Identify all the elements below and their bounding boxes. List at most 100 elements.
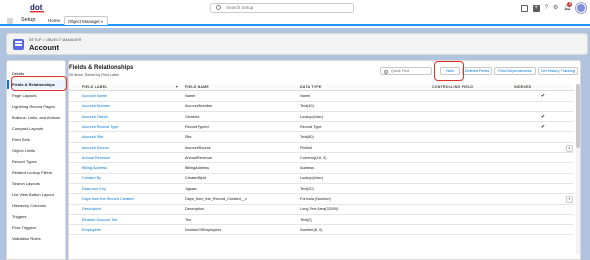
data-type: Text(80)	[300, 135, 314, 140]
field-label-link[interactable]: Data.com Key	[82, 185, 106, 194]
table-row: Created By CreatedById Lookup(User)	[69, 174, 574, 184]
field-name: Site	[185, 135, 192, 140]
table-row: Account Number AccountNumber Text(40)	[69, 102, 574, 112]
quick-find-placeholder: Quick Find	[391, 69, 410, 73]
field-label-link[interactable]: Employees	[82, 226, 101, 235]
table-scrollbar[interactable]	[576, 84, 580, 254]
field-name: Description	[185, 207, 204, 212]
field-label-link[interactable]: Account Owner	[82, 113, 108, 122]
field-label-link[interactable]: Account Record Type	[82, 123, 118, 132]
field-name: CreatedById	[185, 176, 207, 181]
sidebar-item-field-sets[interactable]: Field Sets	[7, 135, 65, 144]
table-row: Days from the Record Created Days_from_th…	[69, 195, 574, 205]
table-row: Description Description Long Text Area(320…	[69, 205, 574, 215]
scrollbar-thumb[interactable]	[576, 84, 580, 148]
sort-arrow-icon[interactable]: ▼	[175, 84, 178, 91]
gear-icon[interactable]: ⚙	[553, 4, 558, 12]
highlight-annotation-new	[434, 61, 464, 81]
sidebar-item-flow-triggers[interactable]: Flow Triggers	[7, 223, 65, 232]
field-label-link[interactable]: Einstein Account Tier	[82, 216, 117, 225]
table-row: Account Record Type RecordTypeId Record Ty…	[69, 123, 574, 133]
deleted-fields-button[interactable]: Deleted Fields	[462, 67, 492, 75]
data-type: Text(40)	[300, 104, 314, 109]
object-header: SETUP > OBJECT MANAGER Account	[6, 33, 588, 55]
quick-find-input[interactable]: Quick Find	[380, 67, 432, 75]
chevron-down-icon[interactable]: ▾	[101, 17, 103, 26]
field-label-link[interactable]: Description	[82, 205, 101, 214]
field-label-link[interactable]: Account Source	[82, 144, 109, 153]
global-actions: + ? ⚙ 🔔︎ 8	[520, 2, 586, 14]
field-name: Name	[185, 94, 196, 98]
tab-object-manager[interactable]: Object Manager ▾	[64, 16, 108, 25]
data-type: Record Type	[300, 124, 322, 129]
breadcrumb[interactable]: SETUP > OBJECT MANAGER	[29, 38, 81, 42]
section-subtitle: 25 Items, Sorted by Field Label	[69, 73, 119, 77]
row-actions-menu-icon[interactable]: ▾	[566, 196, 573, 203]
field-label-link[interactable]: Account Name	[82, 92, 107, 101]
notification-count-badge: 8	[567, 2, 573, 7]
help-icon[interactable]: ?	[545, 4, 548, 12]
page-title: Account	[29, 43, 59, 52]
field-label-link[interactable]: Account Site	[82, 133, 103, 142]
indexed-check-icon: ✔	[541, 113, 546, 120]
svg-text:dot: dot	[30, 3, 43, 12]
data-type: Lookup(User)	[300, 176, 324, 181]
field-name: AccountSource	[185, 145, 211, 150]
sidebar-item-list-view-button-layout[interactable]: List View Button Layout	[7, 190, 65, 199]
field-name: Jigsaw	[185, 186, 197, 191]
sidebar-item-object-limits[interactable]: Object Limits	[7, 146, 65, 155]
setup-search-input[interactable]: Search Setup	[210, 3, 354, 13]
field-name: AccountNumber	[185, 104, 213, 109]
sidebar-item-search-layouts[interactable]: Search Layouts	[7, 179, 65, 188]
avatar[interactable]	[576, 3, 586, 13]
field-label-link[interactable]: Annual Revenue	[82, 154, 110, 163]
data-type: Lookup(User)	[300, 114, 324, 119]
table-row: Employees NumberOfEmployees Number(8, 0)	[69, 226, 574, 236]
field-label-link[interactable]: Days from the Record Created	[82, 195, 134, 204]
field-label-link[interactable]: Created By	[82, 174, 101, 183]
data-type: Text(2)	[300, 217, 312, 222]
sidebar-item-record-types[interactable]: Record Types	[7, 157, 65, 166]
column-field-label[interactable]: FIELD LABEL	[82, 84, 108, 91]
table-header: FIELD LABEL ▼ FIELD NAME DATA TYPE CONTR…	[69, 84, 574, 91]
column-field-name: FIELD NAME	[185, 85, 209, 89]
data-type: Formula (Number)	[300, 197, 332, 201]
notifications-icon[interactable]: 🔔︎ 8	[563, 2, 573, 12]
sidebar-item-triggers[interactable]: Triggers	[7, 212, 65, 221]
field-name: NumberOfEmployees	[185, 227, 222, 232]
object-layers-icon	[13, 39, 24, 50]
sidebar-item-validation-rules[interactable]: Validation Rules	[7, 234, 65, 243]
waffle-icon[interactable]	[7, 18, 13, 24]
field-dependencies-button[interactable]: Field Dependencies	[494, 67, 536, 75]
set-history-tracking-button[interactable]: Set History Tracking	[538, 67, 578, 75]
row-actions-menu-icon[interactable]: ▾	[566, 144, 573, 152]
search-placeholder: Search Setup	[226, 5, 254, 10]
indexed-check-icon: ✔	[541, 93, 546, 99]
table-row: Billing Address BillingAddress Address	[69, 164, 574, 174]
sidebar-item-hierarchy-columns[interactable]: Hierarchy Columns	[7, 201, 65, 210]
field-label-link[interactable]: Billing Address	[82, 164, 107, 173]
sidebar-item-compact-layouts[interactable]: Compact Layouts	[7, 124, 65, 133]
table-row: Account Source AccountSource Picklist ▾	[69, 144, 574, 153]
tab-object-manager-label: Object Manager	[68, 19, 101, 24]
field-name: BillingAddress	[185, 166, 210, 171]
table-row: Data.com Key Jigsaw Text(20)	[69, 185, 574, 195]
sidebar-item-page-layouts[interactable]: Page Layouts	[7, 91, 65, 100]
column-controlling-field: CONTROLLING FIELD	[432, 85, 474, 89]
table-row: Account Site Site Text(80)	[69, 133, 574, 143]
field-label-link[interactable]: Account Number	[82, 102, 110, 111]
favorites-icon[interactable]	[520, 4, 528, 12]
app-navigation: Setup Home Object Manager ▾	[0, 16, 590, 26]
dot-logo-icon[interactable]: dot	[30, 2, 44, 13]
sidebar-item-lightning-record-pages[interactable]: Lightning Record Pages	[7, 102, 65, 111]
add-icon[interactable]: +	[532, 4, 540, 12]
indexed-check-icon: ✔	[541, 123, 546, 130]
app-name: Setup	[21, 17, 36, 23]
sidebar-item-related-lookup-filters[interactable]: Related Lookup Filters	[7, 168, 65, 177]
table-row: Einstein Account Tier Tier Text(2)	[69, 216, 574, 226]
tab-home[interactable]: Home	[48, 16, 60, 25]
data-type: Long Text Area(32000)	[300, 207, 339, 212]
sidebar-item-buttons-links-actions[interactable]: Buttons, Links, and Actions	[7, 113, 65, 122]
data-type: Number(8, 0)	[300, 227, 323, 232]
data-type: Picklist	[300, 145, 312, 150]
